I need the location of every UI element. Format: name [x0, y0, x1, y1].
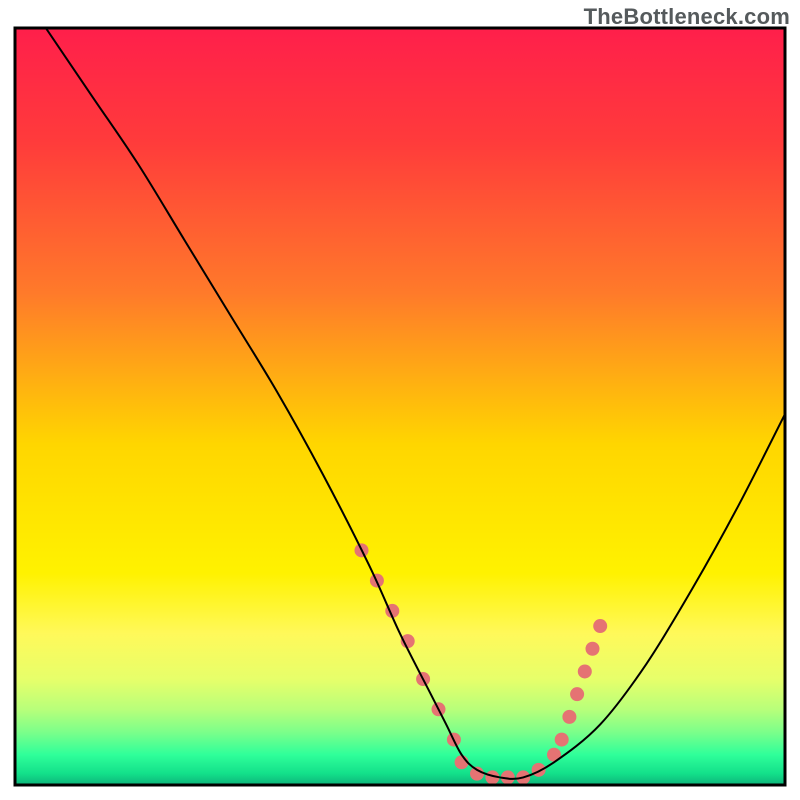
marker-dot — [570, 687, 584, 701]
plot-area — [15, 28, 785, 785]
chart-container: TheBottleneck.com — [0, 0, 800, 800]
bottleneck-chart — [0, 0, 800, 800]
marker-dot — [593, 619, 607, 633]
marker-dot — [562, 710, 576, 724]
marker-dot — [586, 642, 600, 656]
marker-dot — [555, 733, 569, 747]
chart-background — [15, 28, 785, 785]
marker-dot — [578, 664, 592, 678]
watermark-text: TheBottleneck.com — [584, 4, 790, 30]
